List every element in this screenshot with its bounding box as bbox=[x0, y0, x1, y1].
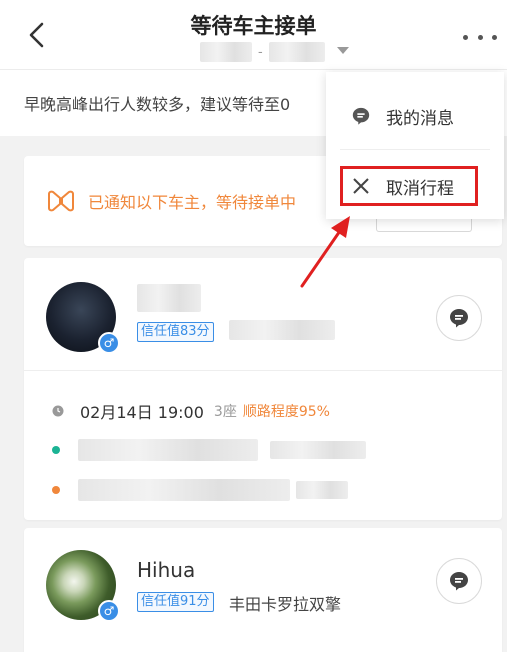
route-separator: - bbox=[258, 44, 263, 60]
blurred-car-model bbox=[229, 320, 335, 340]
car-model: 丰田卡罗拉双擎 bbox=[229, 595, 342, 614]
status-text: 已通知以下车主，等待接单中 bbox=[88, 193, 297, 212]
blurred-origin bbox=[200, 42, 252, 62]
origin-row bbox=[52, 439, 366, 461]
driver-name: Hihua bbox=[137, 558, 196, 582]
notice-text: 早晚高峰出行人数较多，建议等待至0 bbox=[24, 95, 291, 114]
more-dot-icon bbox=[477, 34, 483, 40]
origin-dot-icon bbox=[52, 446, 60, 454]
chat-button[interactable] bbox=[436, 295, 482, 341]
more-options-button[interactable] bbox=[463, 27, 497, 47]
male-icon: ♂ bbox=[98, 600, 120, 622]
status-action-button-edge[interactable] bbox=[376, 218, 472, 232]
trip-seats: 3座 bbox=[213, 404, 237, 420]
menu-item-label: 我的消息 bbox=[386, 108, 454, 129]
message-bubble-icon bbox=[450, 309, 468, 328]
chat-button[interactable] bbox=[436, 558, 482, 604]
page-title: 等待车主接单 bbox=[190, 14, 317, 38]
broadcast-icon bbox=[48, 190, 74, 212]
driver-header: ♂ Hihua 信任值91分 丰田卡罗拉双擎 bbox=[24, 528, 502, 640]
message-bubble-icon bbox=[350, 105, 372, 127]
blurred-origin-address bbox=[78, 439, 258, 461]
route-subtitle[interactable]: - bbox=[200, 40, 340, 64]
menu-item-my-messages[interactable]: 我的消息 bbox=[326, 86, 504, 146]
clock-icon bbox=[52, 405, 64, 417]
male-icon: ♂ bbox=[98, 332, 120, 354]
driver-card[interactable]: ♂ 信任值83分 02月14日 19:00 3座 顺路程度95% bbox=[24, 258, 502, 520]
more-dot-icon bbox=[463, 34, 468, 40]
trust-score-badge: 信任值91分 bbox=[137, 592, 214, 612]
trip-time: 02月14日 19:00 bbox=[80, 403, 204, 422]
arrow-annotation-icon bbox=[300, 216, 350, 288]
destination-row bbox=[52, 479, 348, 501]
trip-info: 02月14日 19:00 3座 顺路程度95% bbox=[24, 371, 502, 521]
caret-down-icon[interactable] bbox=[337, 47, 349, 54]
more-dot-icon bbox=[492, 34, 497, 40]
avatar[interactable]: ♂ bbox=[46, 550, 120, 622]
trust-score-badge: 信任值83分 bbox=[137, 322, 214, 342]
route-match: 顺路程度95% bbox=[242, 404, 330, 420]
message-bubble-icon bbox=[450, 572, 468, 591]
avatar[interactable]: ♂ bbox=[46, 282, 120, 354]
blurred-driver-name bbox=[137, 284, 201, 312]
menu-divider bbox=[340, 149, 490, 150]
top-bar: 等待车主接单 - bbox=[0, 0, 507, 70]
driver-card[interactable]: ♂ Hihua 信任值91分 丰田卡罗拉双擎 bbox=[24, 528, 502, 652]
blurred-destination-detail bbox=[296, 481, 348, 499]
driver-header: ♂ 信任值83分 bbox=[24, 258, 502, 370]
blurred-destination bbox=[268, 42, 325, 62]
trip-time-row: 02月14日 19:00 3座 顺路程度95% bbox=[52, 399, 330, 423]
highlight-annotation-box bbox=[340, 166, 478, 206]
destination-dot-icon bbox=[52, 486, 60, 494]
blurred-destination-address bbox=[78, 479, 290, 501]
blurred-origin-detail bbox=[270, 441, 366, 459]
